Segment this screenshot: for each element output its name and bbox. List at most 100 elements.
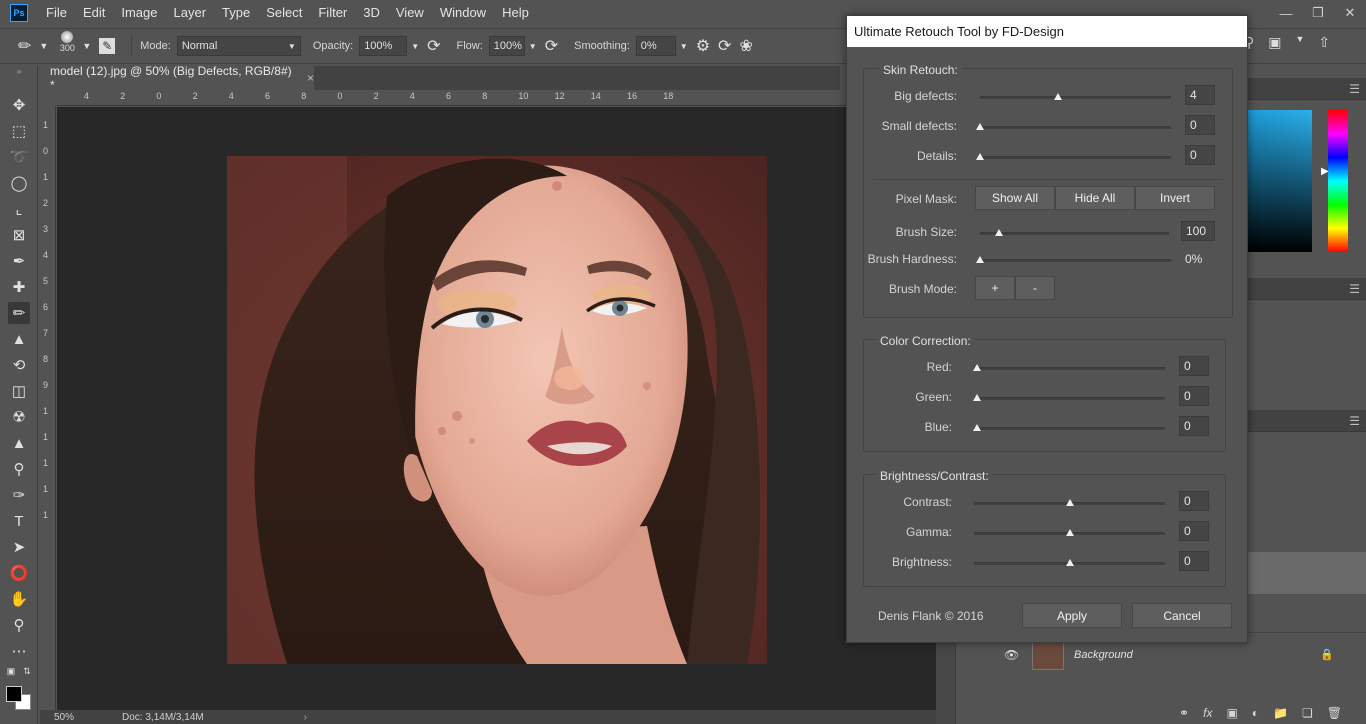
eraser-tool-icon[interactable]: ◫ <box>8 380 30 402</box>
panel-menu-icon[interactable]: ☰ <box>1349 282 1360 296</box>
minimize-icon[interactable]: — <box>1270 0 1302 26</box>
frame-tool-icon[interactable]: ⊠ <box>8 224 30 246</box>
brush-tool-icon[interactable]: ✏ <box>18 36 31 56</box>
blue-slider[interactable] <box>974 427 1165 430</box>
menu-layer[interactable]: Layer <box>166 0 215 26</box>
small-defects-slider[interactable] <box>980 126 1171 129</box>
close-window-icon[interactable]: ✕ <box>1334 0 1366 26</box>
menu-edit[interactable]: Edit <box>75 0 113 26</box>
opacity-input[interactable]: 100% <box>359 36 408 56</box>
red-input[interactable]: 0 <box>1179 356 1209 376</box>
chevron-down-icon[interactable]: ▼ <box>680 42 688 51</box>
pressure-opacity-icon[interactable]: ⟳ <box>427 36 440 56</box>
menu-select[interactable]: Select <box>258 0 310 26</box>
brush-preset-picker[interactable]: 300 <box>56 31 78 61</box>
hand-tool-icon[interactable]: ✋ <box>8 588 30 610</box>
gamma-thumb[interactable] <box>1066 529 1074 536</box>
chevron-down-icon[interactable]: ▼ <box>39 41 48 51</box>
brightness-input[interactable]: 0 <box>1179 551 1209 571</box>
restore-icon[interactable]: ❐ <box>1302 0 1334 26</box>
details-thumb[interactable] <box>976 153 984 160</box>
contrast-thumb[interactable] <box>1066 499 1074 506</box>
ellipse-tool-icon[interactable]: ⭕ <box>8 562 30 584</box>
green-slider[interactable] <box>974 397 1165 400</box>
history-brush-tool-icon[interactable]: ⟲ <box>8 354 30 376</box>
brush-tool-icon[interactable]: ✏ <box>8 302 30 324</box>
clone-stamp-tool-icon[interactable]: ▲ <box>8 328 30 350</box>
show-all-button[interactable]: Show All <box>975 186 1055 210</box>
brush-size-input[interactable]: 100 <box>1181 221 1215 241</box>
menu-filter[interactable]: Filter <box>310 0 355 26</box>
marquee-tool-icon[interactable]: ⬚ <box>8 120 30 142</box>
brush-hardness-slider[interactable] <box>980 259 1171 262</box>
red-thumb[interactable] <box>973 364 981 371</box>
panel-menu-icon[interactable]: ☰ <box>1349 414 1360 428</box>
zoom-level[interactable]: 50% <box>54 712 74 723</box>
details-input[interactable]: 0 <box>1185 145 1215 165</box>
menu-file[interactable]: File <box>38 0 75 26</box>
green-input[interactable]: 0 <box>1179 386 1209 406</box>
eye-icon[interactable]: 👁 <box>1004 648 1024 662</box>
brush-size-thumb[interactable] <box>994 229 1003 236</box>
small-defects-input[interactable]: 0 <box>1185 115 1215 135</box>
brush-mode-plus-button[interactable]: + <box>975 276 1015 300</box>
foreground-color-swatch[interactable] <box>6 686 22 702</box>
more-tools-icon[interactable]: ⋯ <box>8 640 30 662</box>
fx-icon[interactable]: fx <box>1203 706 1212 720</box>
dodge-tool-icon[interactable]: ⚲ <box>8 458 30 480</box>
menu-image[interactable]: Image <box>113 0 165 26</box>
blue-input[interactable]: 0 <box>1179 416 1209 436</box>
contrast-input[interactable]: 0 <box>1179 491 1209 511</box>
mode-select[interactable]: Normal ▼ <box>176 36 301 56</box>
apply-button[interactable]: Apply <box>1022 603 1122 628</box>
menu-help[interactable]: Help <box>494 0 537 26</box>
hue-slider[interactable] <box>1328 110 1348 252</box>
adjustment-layer-icon[interactable]: ◐ <box>1252 706 1259 720</box>
menu-view[interactable]: View <box>388 0 432 26</box>
paint-bucket-tool-icon[interactable]: ☢ <box>8 406 30 428</box>
brush-panel-icon[interactable]: ✎ <box>99 38 116 54</box>
document-tab[interactable]: model (12).jpg @ 50% (Big Defects, RGB/8… <box>40 64 314 92</box>
gear-icon[interactable]: ⚙ <box>696 36 710 56</box>
lasso-tool-icon[interactable]: ➰ <box>8 146 30 168</box>
close-tab-icon[interactable]: × <box>307 71 314 85</box>
swap-colors-icon[interactable]: ⇅ <box>20 664 34 678</box>
default-colors-icon[interactable]: ▣ <box>4 664 18 678</box>
quick-selection-tool-icon[interactable]: ◯ <box>8 172 30 194</box>
share-icon[interactable]: ⇧ <box>1318 34 1330 51</box>
blur-tool-icon[interactable]: ▲ <box>8 432 30 454</box>
pen-tool-icon[interactable]: ✑ <box>8 484 30 506</box>
panel-menu-icon[interactable]: ☰ <box>1349 82 1360 96</box>
link-layers-icon[interactable]: ⚭ <box>1179 706 1189 720</box>
menu-3d[interactable]: 3D <box>355 0 388 26</box>
details-slider[interactable] <box>980 156 1171 159</box>
blue-thumb[interactable] <box>973 424 981 431</box>
new-layer-icon[interactable]: ❏ <box>1302 706 1313 720</box>
menu-type[interactable]: Type <box>214 0 258 26</box>
path-selection-tool-icon[interactable]: ➤ <box>8 536 30 558</box>
zoom-tool-icon[interactable]: ⚲ <box>8 614 30 636</box>
chevron-down-icon[interactable]: ▼ <box>411 42 419 51</box>
big-defects-input[interactable]: 4 <box>1185 85 1215 105</box>
brush-hardness-thumb[interactable] <box>976 256 984 263</box>
color-field[interactable] <box>1246 110 1312 252</box>
menu-window[interactable]: Window <box>432 0 494 26</box>
brush-mode-minus-button[interactable]: - <box>1015 276 1055 300</box>
small-defects-thumb[interactable] <box>976 123 984 130</box>
big-defects-thumb[interactable] <box>1054 93 1063 100</box>
chevron-down-icon[interactable]: ▼ <box>82 41 91 51</box>
crop-tool-icon[interactable]: ⌞ <box>8 198 30 220</box>
airbrush-icon[interactable]: ⟳ <box>545 36 558 56</box>
type-tool-icon[interactable]: T <box>8 510 30 532</box>
invert-button[interactable]: Invert <box>1135 186 1215 210</box>
red-slider[interactable] <box>974 367 1165 370</box>
workspace-icon[interactable]: ▣ <box>1268 34 1281 51</box>
cancel-button[interactable]: Cancel <box>1132 603 1232 628</box>
chevron-down-icon[interactable]: ▼ <box>1296 34 1305 51</box>
brush-size-slider[interactable] <box>980 232 1169 235</box>
trash-icon[interactable]: 🗑 <box>1327 706 1342 720</box>
flow-input[interactable]: 100% <box>488 36 525 56</box>
status-menu-chevron-icon[interactable]: › <box>304 712 307 723</box>
collapse-toolbar-icon[interactable]: » <box>8 66 30 76</box>
canvas-area[interactable] <box>57 107 937 710</box>
